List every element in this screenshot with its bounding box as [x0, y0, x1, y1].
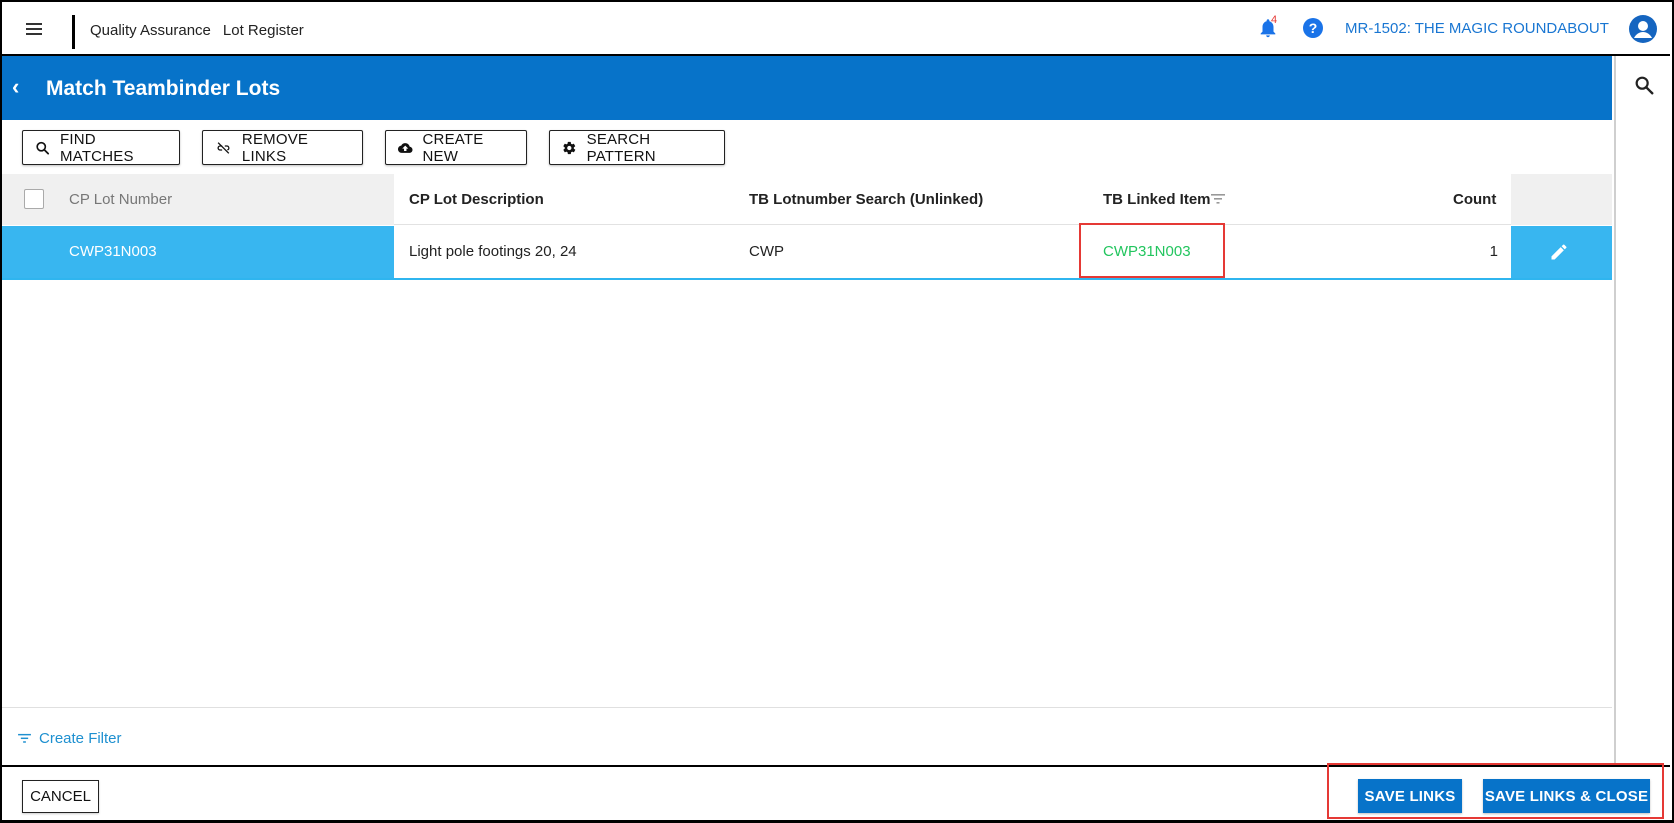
row-pinned-left [2, 226, 394, 278]
breadcrumb: Quality Assurance Lot Register [90, 22, 316, 39]
filter-icon [18, 733, 31, 743]
cloud-upload-icon [398, 142, 413, 153]
window-frame [0, 0, 1674, 823]
col-cp-lot-description[interactable]: CP Lot Description [409, 191, 544, 208]
gear-icon [563, 141, 576, 154]
save-links-close-button[interactable]: SAVE LINKS & CLOSE [1483, 779, 1650, 813]
topbar-divider [72, 15, 75, 49]
remove-links-label: REMOVE LINKS [241, 130, 309, 165]
cancel-button[interactable]: CANCEL [22, 780, 99, 813]
cell-tb-lotnumber-search[interactable]: CWP [749, 243, 784, 260]
help-icon[interactable]: ? [1303, 18, 1323, 38]
search-icon[interactable] [1633, 74, 1655, 96]
create-filter-link[interactable]: Create Filter [18, 730, 122, 747]
filter-icon[interactable] [1211, 193, 1225, 205]
search-icon [36, 141, 50, 155]
account-icon[interactable] [1629, 15, 1657, 43]
grid-bottom-divider [2, 707, 1612, 708]
col-tb-linked-item[interactable]: TB Linked Item [1103, 191, 1211, 208]
menu-icon[interactable] [20, 16, 48, 42]
cell-tb-linked-item[interactable]: CWP31N003 [1103, 243, 1191, 260]
find-matches-button[interactable]: FIND MATCHES [22, 130, 180, 165]
breadcrumb-page[interactable]: Lot Register [223, 22, 304, 39]
page-title: Match Teambinder Lots [46, 77, 281, 100]
pinned-left-header [2, 174, 394, 225]
search-pattern-button[interactable]: SEARCH PATTERN [549, 130, 725, 165]
pinned-right-header [1511, 174, 1612, 225]
breadcrumb-module[interactable]: Quality Assurance [90, 22, 211, 39]
col-tb-lotnumber-search[interactable]: TB Lotnumber Search (Unlinked) [749, 191, 983, 208]
cell-cp-lot-number: CWP31N003 [69, 243, 157, 260]
page-header: ‹ Match Teambinder Lots [2, 56, 1612, 120]
select-all-checkbox[interactable] [24, 189, 44, 209]
right-rail [1614, 56, 1670, 764]
find-matches-label: FIND MATCHES [60, 130, 134, 165]
create-new-label: CREATE NEW [422, 130, 484, 165]
grid-header: CP Lot Number CP Lot Description TB Lotn… [2, 174, 1612, 225]
chevron-left-icon[interactable]: ‹ [12, 76, 32, 98]
table-row[interactable]: CWP31N003 Light pole footings 20, 24 CWP… [2, 226, 1612, 280]
remove-links-button[interactable]: REMOVE LINKS [202, 130, 363, 165]
search-pattern-label: SEARCH PATTERN [586, 130, 656, 165]
pencil-icon[interactable] [1549, 242, 1569, 262]
notification-count: 4 [1271, 14, 1278, 26]
col-cp-lot-number[interactable]: CP Lot Number [69, 191, 172, 208]
cell-cp-lot-description: Light pole footings 20, 24 [409, 243, 577, 260]
save-links-button[interactable]: SAVE LINKS [1358, 779, 1462, 813]
cell-count: 1 [1489, 243, 1498, 260]
create-new-button[interactable]: CREATE NEW [385, 130, 527, 165]
col-count[interactable]: Count [1453, 191, 1496, 208]
project-selector[interactable]: MR-1502: THE MAGIC ROUNDABOUT [1345, 20, 1609, 37]
footer-divider [2, 765, 1670, 767]
link-off-icon [217, 141, 230, 154]
create-filter-label: Create Filter [39, 730, 122, 747]
